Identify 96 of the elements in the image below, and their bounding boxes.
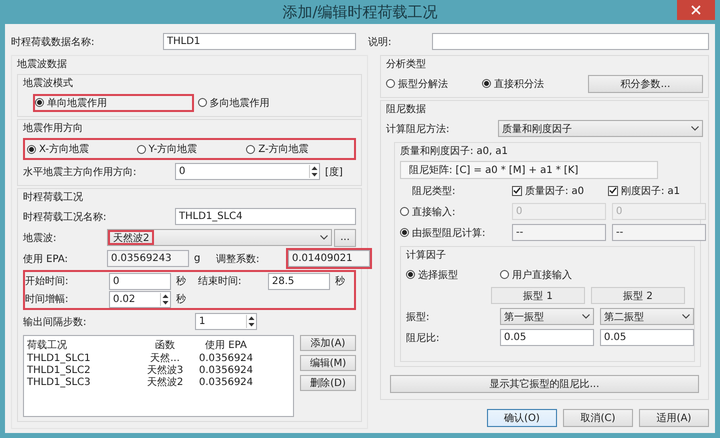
group-title: 计算因子 bbox=[406, 249, 447, 263]
dialog-button[interactable]: 取消(C) bbox=[563, 409, 633, 427]
radio-option[interactable]: 振型分解法 bbox=[386, 76, 480, 90]
action-button[interactable]: 添加(A) bbox=[300, 335, 356, 351]
radio-option[interactable]: 直接积分法 bbox=[482, 76, 576, 90]
radio-option[interactable]: 用户直接输入 bbox=[500, 268, 572, 282]
field-label: 计算阻尼方法: bbox=[386, 122, 450, 136]
field-label: 振型: bbox=[406, 310, 430, 324]
field-label: 时程荷载工况名称: bbox=[23, 210, 108, 224]
window-title: 添加/编辑时程荷载工况 bbox=[282, 2, 438, 22]
column-header: 振型 1 bbox=[491, 287, 585, 304]
chevron-icon bbox=[320, 235, 328, 240]
group-title: 时程荷载工况 bbox=[23, 191, 84, 205]
field-label: 开始时间: bbox=[25, 274, 70, 288]
spin-field[interactable]: 0.02 bbox=[109, 290, 171, 308]
checkbox-option[interactable]: 质量因子: a0 bbox=[512, 184, 606, 198]
input-field[interactable]: 0.01409021 bbox=[288, 250, 370, 267]
checkbox-option[interactable]: 刚度因子: a1 bbox=[608, 184, 702, 198]
unit-label: 秒 bbox=[175, 292, 186, 306]
field-label: 调整系数: bbox=[216, 252, 260, 266]
field-label: 地震波: bbox=[23, 232, 58, 244]
field-label: 输出间隔步数: bbox=[23, 316, 88, 328]
group-title: 地震波模式 bbox=[23, 77, 74, 91]
input-field[interactable]: -- bbox=[612, 224, 706, 241]
spin-field[interactable]: 1 bbox=[195, 313, 257, 330]
field-label: 结束时间: bbox=[198, 274, 242, 288]
field-label: 时间增幅: bbox=[25, 292, 70, 306]
browse-button[interactable]: ... bbox=[334, 228, 356, 246]
column-header[interactable]: 荷载工况 bbox=[27, 338, 139, 352]
table-cell-text: 0.0356924 bbox=[198, 364, 254, 376]
group-title: 阻尼数据 bbox=[386, 103, 427, 117]
chevron-icon bbox=[682, 314, 690, 319]
radio-option[interactable]: 单向地震作用 bbox=[35, 96, 192, 110]
column-header: 振型 2 bbox=[591, 287, 685, 304]
dropdown-value: 天然波2 bbox=[113, 232, 150, 244]
input-field[interactable]: THLD1 bbox=[163, 33, 356, 50]
mode-dropdown[interactable]: 第一振型 bbox=[500, 308, 594, 325]
table-cell-text: 0.0356924 bbox=[198, 352, 254, 364]
mode-dropdown[interactable]: 第二振型 bbox=[600, 308, 694, 325]
table-cell-text: THLD1_SLC1 bbox=[27, 352, 92, 364]
unit-label: 秒 bbox=[334, 274, 345, 288]
field-label: 水平地震主方向作用方向: bbox=[23, 166, 138, 178]
method-dropdown[interactable]: 质量和刚度因子 bbox=[498, 120, 703, 137]
field-label: 阻尼比: bbox=[406, 332, 440, 344]
close-button[interactable] bbox=[677, 0, 715, 20]
chevron-icon bbox=[582, 314, 590, 319]
chevron-icon bbox=[691, 126, 699, 131]
input-field[interactable]: 0.03569243 bbox=[107, 250, 189, 267]
checkmark-icon bbox=[513, 186, 521, 195]
spin-arrows-icon bbox=[309, 165, 319, 178]
input-field[interactable]: -- bbox=[512, 224, 606, 241]
table-cell-text: 天然波3 bbox=[146, 364, 184, 376]
close-icon bbox=[691, 5, 701, 15]
spin-arrows-icon bbox=[246, 315, 256, 328]
dialog-button[interactable]: 适用(A) bbox=[639, 409, 709, 427]
radio-option[interactable]: Z-方向地震 bbox=[246, 142, 354, 156]
wave-dropdown[interactable]: 天然波2 bbox=[107, 229, 332, 246]
table-cell-text: THLD1_SLC3 bbox=[27, 376, 92, 388]
input-field[interactable]: 0 bbox=[109, 272, 171, 290]
group-title: 地震作用方向 bbox=[23, 122, 84, 136]
radio-option[interactable]: 选择振型 bbox=[406, 268, 498, 282]
group-title: 质量和刚度因子: a0, a1 bbox=[400, 145, 509, 159]
dialog-button[interactable]: 确认(O) bbox=[487, 409, 557, 427]
field-label: 使用 EPA: bbox=[23, 252, 69, 266]
spin-field[interactable]: 0 bbox=[175, 163, 320, 180]
input-field[interactable]: 0.05 bbox=[600, 329, 694, 346]
radio-option[interactable]: Y-方向地震 bbox=[136, 142, 244, 156]
column-header[interactable]: 使用 EPA bbox=[191, 338, 261, 352]
input-field[interactable] bbox=[432, 33, 709, 50]
radio-option[interactable]: 直接输入: bbox=[400, 204, 510, 218]
unit-label: g bbox=[193, 253, 202, 264]
field-label: 说明: bbox=[368, 36, 392, 48]
unit-label: 秒 bbox=[175, 274, 187, 288]
table-cell-text: THLD1_SLC2 bbox=[27, 364, 92, 376]
group-title: 分析类型 bbox=[386, 58, 427, 72]
column-header[interactable]: 函数 bbox=[139, 338, 191, 352]
input-field[interactable]: THLD1_SLC4 bbox=[175, 208, 356, 225]
radio-option[interactable]: 多向地震作用 bbox=[198, 96, 354, 110]
formula-text: 阻尼矩阵: [C] = a0 * [M] + a1 * [K] bbox=[400, 161, 658, 179]
group-title: 地震波数据 bbox=[17, 58, 68, 72]
radio-option[interactable]: X-方向地震 bbox=[27, 142, 135, 156]
action-button[interactable]: 编辑(M) bbox=[300, 355, 356, 371]
field-label: 时程荷载数据名称: bbox=[11, 36, 96, 48]
input-field[interactable]: 28.5 bbox=[268, 272, 330, 290]
field-label: 阻尼类型: bbox=[411, 184, 456, 198]
table-cell-text: 天然波2 bbox=[146, 376, 184, 389]
checkmark-icon bbox=[609, 186, 617, 195]
show-ratios-button[interactable]: 显示其它振型的阻尼比... bbox=[390, 375, 699, 393]
integration-params-button[interactable]: 积分参数... bbox=[588, 74, 703, 92]
table-cell-text: 0.0356924 bbox=[198, 376, 254, 388]
table-cell-text: 天然... bbox=[149, 352, 181, 364]
radio-option[interactable]: 由振型阻尼计算: bbox=[400, 226, 510, 240]
spin-arrows-icon bbox=[160, 292, 170, 306]
input-field[interactable]: 0.05 bbox=[500, 329, 594, 346]
unit-label: [度] bbox=[324, 166, 343, 178]
action-button[interactable]: 删除(D) bbox=[300, 375, 356, 391]
